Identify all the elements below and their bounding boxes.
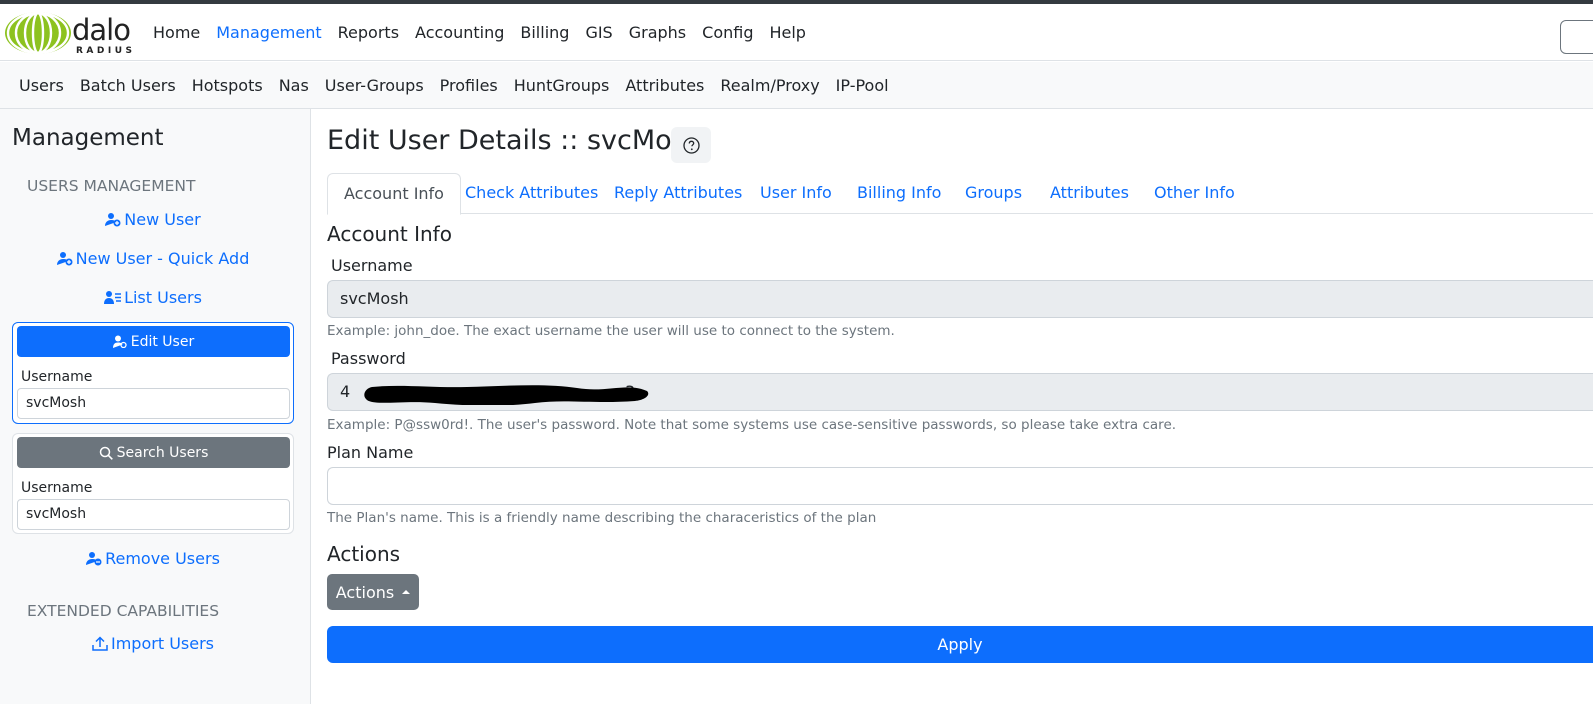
import-users-link[interactable]: Import Users xyxy=(0,634,306,653)
tab-billing-info[interactable]: Billing Info xyxy=(841,173,957,214)
new-user-quick-add-link[interactable]: New User - Quick Add xyxy=(0,249,306,268)
subnav-ip-pool[interactable]: IP-Pool xyxy=(836,76,889,95)
apply-button[interactable]: Apply xyxy=(327,626,1593,663)
search-users-button-label: Search Users xyxy=(116,444,209,461)
tab-reply-attributes[interactable]: Reply Attributes xyxy=(598,173,758,214)
main-menu: Home Management Reports Accounting Billi… xyxy=(145,4,814,61)
subnav-profiles[interactable]: Profiles xyxy=(440,76,498,95)
person-gear-icon xyxy=(112,335,127,348)
nav-management[interactable]: Management xyxy=(208,23,329,42)
subnav-user-groups[interactable]: User-Groups xyxy=(325,76,424,95)
person-add-icon xyxy=(105,213,121,227)
tab-user-info[interactable]: User Info xyxy=(744,173,848,214)
tab-account-info[interactable]: Account Info xyxy=(327,173,461,215)
username-input[interactable]: svcMosh xyxy=(327,280,1593,318)
search-users-username-input[interactable]: svcMosh xyxy=(17,499,290,530)
nav-accounting[interactable]: Accounting xyxy=(407,23,512,42)
tab-other-info[interactable]: Other Info xyxy=(1138,173,1251,214)
subnav-hotspots[interactable]: Hotspots xyxy=(192,76,263,95)
search-users-username-label: Username xyxy=(21,480,93,496)
svg-text:dalo: dalo xyxy=(72,13,130,47)
password-hint: Example: P@ssw0rd!. The user's password.… xyxy=(327,417,1177,433)
plan-name-hint: The Plan's name. This is a friendly name… xyxy=(327,510,877,526)
nav-help[interactable]: Help xyxy=(761,23,813,42)
password-label: Password xyxy=(331,349,406,368)
username-label: Username xyxy=(331,256,413,275)
subnav-realm-proxy[interactable]: Realm/Proxy xyxy=(720,76,819,95)
question-circle-icon xyxy=(682,136,700,154)
navbar-right-control[interactable] xyxy=(1560,20,1593,54)
person-remove-icon xyxy=(86,552,102,566)
help-button[interactable] xyxy=(671,127,711,163)
sidebar: Management USERS MANAGEMENT New User New… xyxy=(0,109,311,704)
person-add-icon xyxy=(56,252,73,266)
subnav-huntgroups[interactable]: HuntGroups xyxy=(514,76,610,95)
nav-reports[interactable]: Reports xyxy=(330,23,407,42)
password-value-start: 4 xyxy=(340,382,351,401)
sidebar-title: Management xyxy=(12,125,164,151)
caret-up-icon xyxy=(402,590,411,594)
plan-name-input[interactable] xyxy=(327,467,1593,505)
account-info-heading: Account Info xyxy=(327,222,452,246)
page-title: Edit User Details :: svcMosh xyxy=(327,125,703,156)
new-user-link[interactable]: New User xyxy=(0,210,306,229)
search-users-card: Search Users Username svcMosh xyxy=(12,433,294,534)
actions-button-label: Actions xyxy=(335,582,395,602)
subnav-nas[interactable]: Nas xyxy=(279,76,309,95)
person-list-icon xyxy=(104,291,122,304)
nav-config[interactable]: Config xyxy=(694,23,761,42)
edit-user-username-label: Username xyxy=(21,369,93,385)
user-tabs: Account Info Check Attributes Reply Attr… xyxy=(327,173,1593,215)
top-navbar: dalo RADIUS Home Management Reports Acco… xyxy=(0,4,1593,61)
nav-gis[interactable]: GIS xyxy=(577,23,620,42)
actions-heading: Actions xyxy=(327,542,401,566)
remove-users-link[interactable]: Remove Users xyxy=(0,549,306,568)
tab-attributes[interactable]: Attributes xyxy=(1034,173,1145,214)
daloradius-logo[interactable]: dalo RADIUS xyxy=(4,10,139,56)
edit-user-button[interactable]: Edit User xyxy=(17,326,290,357)
password-input[interactable]: 4 3 xyxy=(327,373,1593,411)
redaction-mark xyxy=(364,385,649,405)
subnav-users[interactable]: Users xyxy=(19,76,64,95)
actions-dropdown-button[interactable]: Actions xyxy=(327,574,419,610)
management-subnav: Users Batch Users Hotspots Nas User-Grou… xyxy=(0,62,1593,109)
edit-user-username-input[interactable]: svcMosh xyxy=(17,388,290,419)
edit-user-button-label: Edit User xyxy=(130,333,195,350)
list-users-link[interactable]: List Users xyxy=(0,288,306,307)
tab-groups[interactable]: Groups xyxy=(949,173,1038,214)
plan-name-label: Plan Name xyxy=(327,443,414,462)
new-user-label: New User xyxy=(124,210,201,229)
list-users-label: List Users xyxy=(124,288,202,307)
search-icon xyxy=(99,446,113,460)
nav-billing[interactable]: Billing xyxy=(512,23,577,42)
subnav-batch-users[interactable]: Batch Users xyxy=(80,76,176,95)
username-hint: Example: john_doe. The exact username th… xyxy=(327,323,895,339)
subnav-attributes[interactable]: Attributes xyxy=(625,76,704,95)
extended-capabilities-heading: EXTENDED CAPABILITIES xyxy=(27,602,220,620)
nav-home[interactable]: Home xyxy=(145,23,208,42)
import-users-label: Import Users xyxy=(111,634,214,653)
edit-user-card: Edit User Username svcMosh xyxy=(12,322,294,424)
search-users-button[interactable]: Search Users xyxy=(17,437,290,468)
nav-graphs[interactable]: Graphs xyxy=(621,23,694,42)
remove-users-label: Remove Users xyxy=(105,549,220,568)
users-management-heading: USERS MANAGEMENT xyxy=(27,177,196,195)
main-content: Edit User Details :: svcMosh Account Inf… xyxy=(311,109,1593,704)
svg-text:RADIUS: RADIUS xyxy=(76,46,136,56)
upload-icon xyxy=(92,636,108,651)
new-user-quick-add-label: New User - Quick Add xyxy=(75,249,250,268)
tab-check-attributes[interactable]: Check Attributes xyxy=(449,173,614,214)
